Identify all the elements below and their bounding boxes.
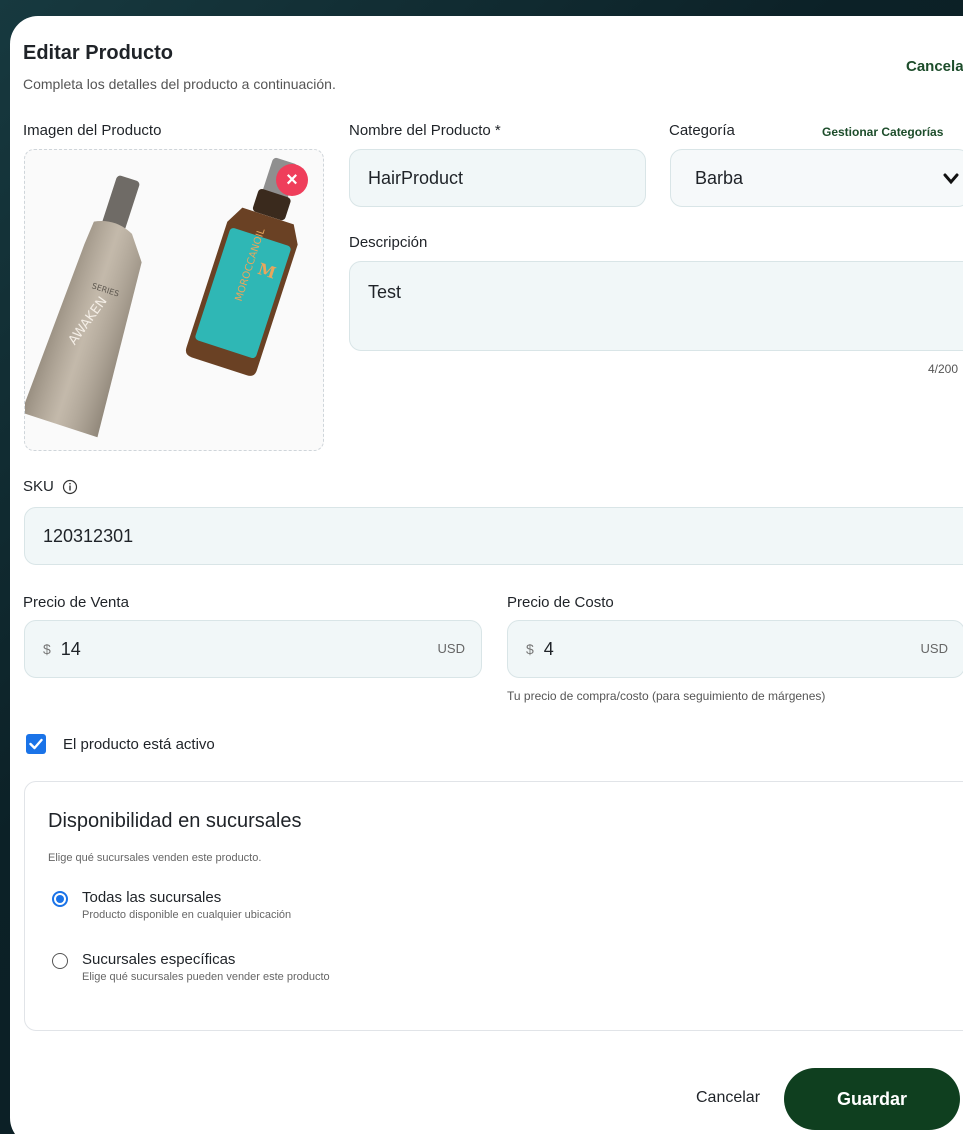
category-select[interactable]: Barba xyxy=(670,149,963,207)
sku-label-row: SKU xyxy=(23,478,78,495)
product-image: AWAKEN SERIES MOROCCANOIL M xyxy=(25,157,298,438)
category-label: Categoría xyxy=(669,122,735,139)
active-checkbox-label: El producto está activo xyxy=(63,736,215,753)
radio-button-unselected[interactable] xyxy=(52,953,68,969)
save-button[interactable]: Guardar xyxy=(784,1068,960,1130)
branch-availability-card: Disponibilidad en sucursales Elige qué s… xyxy=(24,781,963,1031)
active-checkbox[interactable] xyxy=(26,734,46,754)
radio-option-specific-branches[interactable]: Sucursales específicas Elige qué sucursa… xyxy=(52,951,330,983)
cancel-link-top[interactable]: Cancelar xyxy=(906,58,963,75)
cost-price-label: Precio de Costo xyxy=(507,594,614,611)
product-name-label: Nombre del Producto * xyxy=(349,122,501,139)
close-icon: × xyxy=(286,169,298,191)
modal-subtitle: Completa los detalles del producto a con… xyxy=(23,76,336,92)
sku-value: 120312301 xyxy=(43,525,134,546)
description-label: Descripción xyxy=(349,234,428,251)
radio-option-description: Elige qué sucursales pueden vender este … xyxy=(82,971,330,983)
check-icon xyxy=(29,738,43,750)
cost-price-input[interactable]: $ 4 USD xyxy=(507,620,963,678)
sale-price-input[interactable]: $ 14 USD xyxy=(24,620,482,678)
dollar-icon: $ xyxy=(526,641,534,657)
branch-card-title: Disponibilidad en sucursales xyxy=(48,810,302,832)
cancel-button[interactable]: Cancelar xyxy=(696,1089,760,1107)
sale-price-currency: USD xyxy=(437,641,465,656)
remove-image-button[interactable]: × xyxy=(276,164,308,196)
radio-option-description: Producto disponible en cualquier ubicaci… xyxy=(82,909,292,921)
sale-price-label: Precio de Venta xyxy=(23,594,129,611)
sku-input[interactable]: 120312301 xyxy=(24,507,963,565)
sku-label: SKU xyxy=(23,478,54,495)
cost-price-helper: Tu precio de compra/costo (para seguimie… xyxy=(507,689,826,703)
cost-price-value: 4 xyxy=(543,638,554,659)
sale-price-value: 14 xyxy=(60,638,81,659)
radio-option-label: Sucursales específicas xyxy=(82,951,236,968)
radio-option-all-branches[interactable]: Todas las sucursales Producto disponible… xyxy=(52,889,292,921)
manage-categories-link[interactable]: Gestionar Categorías xyxy=(822,125,943,139)
product-name-input[interactable]: HairProduct xyxy=(349,149,646,207)
radio-button-selected[interactable] xyxy=(52,891,68,907)
description-value: Test xyxy=(368,282,402,302)
product-image-upload[interactable]: AWAKEN SERIES MOROCCANOIL M xyxy=(24,149,324,451)
edit-product-modal: Editar Producto Completa los detalles de… xyxy=(10,16,963,1134)
description-textarea[interactable]: Test xyxy=(349,261,963,351)
product-name-value: HairProduct xyxy=(368,167,464,188)
modal-title: Editar Producto xyxy=(23,42,174,64)
dollar-icon: $ xyxy=(43,641,51,657)
description-char-counter: 4/200 xyxy=(928,362,959,376)
radio-option-label: Todas las sucursales xyxy=(82,889,222,906)
product-image-label: Imagen del Producto xyxy=(23,122,162,139)
info-icon[interactable] xyxy=(62,479,78,495)
branch-card-subtitle: Elige qué sucursales venden este product… xyxy=(48,852,262,864)
chevron-down-icon xyxy=(943,173,959,185)
category-selected-value: Barba xyxy=(695,167,744,188)
cost-price-currency: USD xyxy=(920,641,948,656)
